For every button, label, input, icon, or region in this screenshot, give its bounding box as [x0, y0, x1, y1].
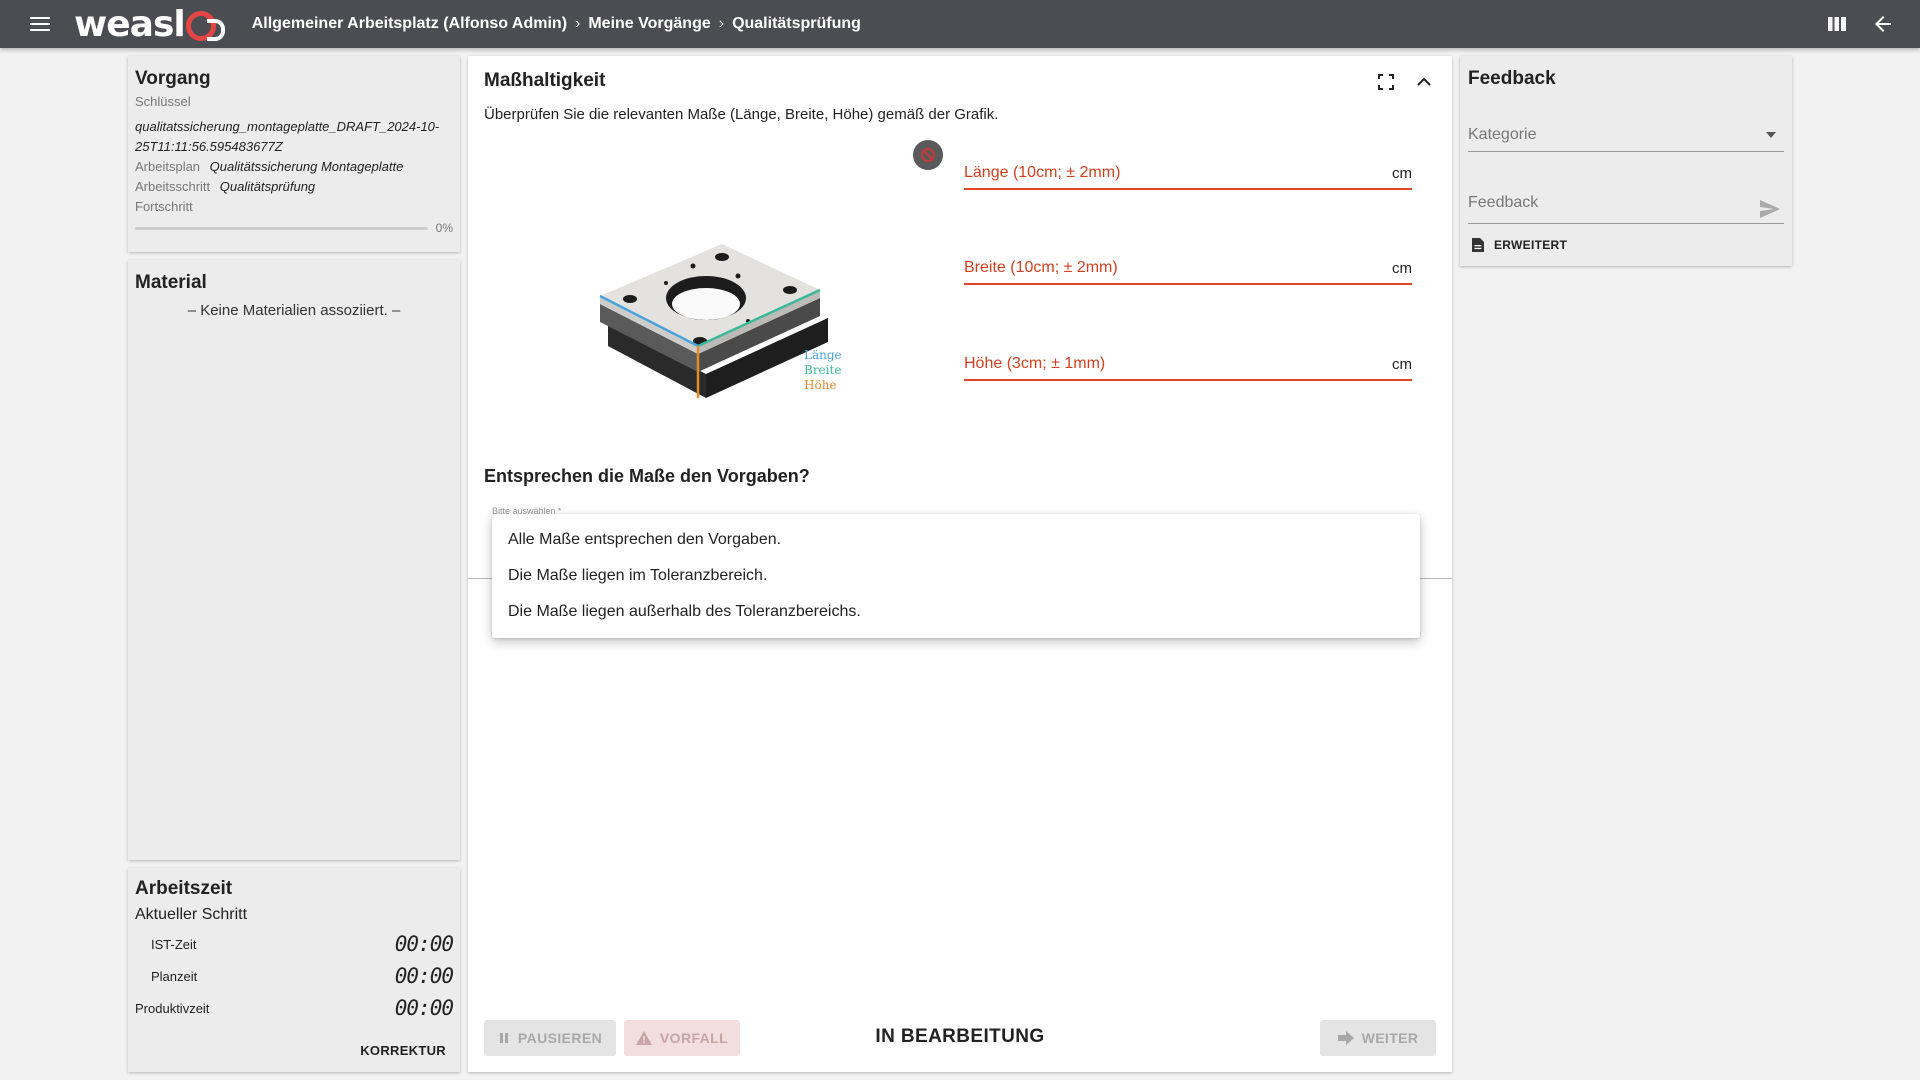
- height-input-label: Höhe (3cm; ± 1mm): [964, 355, 1106, 372]
- breadcrumb-item-workplace[interactable]: Allgemeiner Arbeitsplatz (Alfonso Admin): [252, 15, 567, 33]
- productive-time-value: 00:00: [394, 996, 454, 1020]
- option-all-match[interactable]: Alle Maße entsprechen den Vorgaben.: [492, 522, 1420, 558]
- work-plan-value: Qualitätssicherung Montageplatte: [209, 159, 404, 174]
- process-info-panel: Vorgang Schlüssel qualitatssicherung_mon…: [128, 56, 460, 252]
- length-input-label: Länge (10cm; ± 2mm): [964, 164, 1121, 181]
- process-title: Vorgang: [135, 68, 211, 89]
- incident-button[interactable]: VORFALL: [624, 1020, 740, 1056]
- width-input-label: Breite (10cm; ± 2mm): [964, 259, 1118, 276]
- category-select[interactable]: Kategorie: [1468, 118, 1784, 152]
- extended-label: ERWEITERT: [1494, 238, 1568, 252]
- length-unit: cm: [1392, 165, 1412, 182]
- next-button[interactable]: WEITER: [1320, 1020, 1436, 1056]
- height-unit: cm: [1392, 356, 1412, 373]
- work-step-value: Qualitätsprüfung: [219, 179, 316, 194]
- option-outside-tolerance[interactable]: Die Maße liegen außerhalb des Toleranzbe…: [492, 594, 1420, 630]
- mounting-plate-image: [599, 244, 828, 398]
- figure-legend: Länge Breite Höhe: [804, 348, 842, 393]
- actual-time-row: IST-Zeit 00:00: [135, 928, 454, 960]
- incident-label: VORFALL: [659, 1030, 729, 1046]
- material-title: Material: [135, 272, 207, 293]
- key-label: Schlüssel: [135, 94, 191, 109]
- chevron-up-icon[interactable]: [1412, 70, 1436, 94]
- instruction-text: Überprüfen Sie die relevanten Maße (Läng…: [484, 106, 999, 123]
- top-bar: weasl Allgemeiner Arbeitsplatz (Alfonso …: [0, 0, 1920, 48]
- width-input[interactable]: Breite (10cm; ± 2mm) cm: [964, 247, 1412, 285]
- option-within-tolerance[interactable]: Die Maße liegen im Toleranzbereich.: [492, 558, 1420, 594]
- logo-ring-icon: [185, 11, 225, 41]
- productive-time-row: Produktivzeit 00:00: [135, 992, 454, 1024]
- legend-length: Länge: [804, 348, 842, 362]
- current-step-label: Aktueller Schritt: [135, 906, 248, 923]
- work-time-panel: Arbeitszeit Aktueller Schritt IST-Zeit 0…: [128, 868, 460, 1072]
- warning-icon: [635, 1031, 652, 1045]
- breadcrumb-separator: ›: [575, 15, 581, 32]
- logo-text: weasl: [74, 3, 186, 45]
- breadcrumb-item-current[interactable]: Qualitätsprüfung: [732, 15, 861, 33]
- breadcrumb-separator: ›: [718, 15, 725, 32]
- work-step-label: Arbeitsschritt: [135, 179, 211, 194]
- fullscreen-icon[interactable]: [1374, 70, 1398, 94]
- question-title: Entsprechen die Maße den Vorgaben?: [484, 466, 810, 486]
- planned-time-row: Planzeit 00:00: [135, 960, 454, 992]
- document-icon: [1472, 238, 1484, 252]
- work-plan-label: Arbeitsplan: [135, 159, 201, 174]
- height-input[interactable]: Höhe (3cm; ± 1mm) cm: [964, 343, 1412, 381]
- material-empty-text: – Keine Materialien assoziiert. –: [187, 302, 401, 319]
- pause-label: PAUSIEREN: [517, 1030, 603, 1046]
- options-dropdown: Alle Maße entsprechen den Vorgaben. Die …: [492, 514, 1420, 638]
- planned-time-label: Planzeit: [151, 968, 198, 984]
- dropdown-arrow-icon: [1766, 131, 1776, 138]
- progress-bar: 0%: [135, 221, 453, 235]
- feedback-input[interactable]: Feedback: [1468, 182, 1784, 224]
- step-content-panel: Maßhaltigkeit Überprüfen Sie die relevan…: [468, 56, 1452, 1072]
- breadcrumb-item-my-processes[interactable]: Meine Vorgänge: [588, 15, 710, 33]
- work-step-row: Arbeitsschritt Qualitätsprüfung: [135, 177, 453, 197]
- legend-height: Höhe: [804, 378, 837, 392]
- app-logo[interactable]: weasl: [74, 0, 225, 48]
- progress-label: Fortschritt: [135, 199, 193, 214]
- image-status-icon[interactable]: [913, 140, 943, 170]
- feedback-panel: Feedback Kategorie Feedback ERWEITERT: [1460, 56, 1792, 266]
- back-arrow-icon[interactable]: [1868, 9, 1898, 39]
- progress-track: [135, 226, 428, 230]
- pause-icon: [499, 1033, 508, 1043]
- step-footer: PAUSIEREN VORFALL IN BEARBEITUNG WEITER: [484, 1020, 1436, 1056]
- extended-button[interactable]: ERWEITERT: [1468, 238, 1784, 252]
- pause-button[interactable]: PAUSIEREN: [484, 1020, 616, 1056]
- send-icon[interactable]: [1760, 199, 1780, 218]
- actual-time-value: 00:00: [394, 932, 454, 956]
- width-unit: cm: [1392, 260, 1412, 277]
- material-panel: Material – Keine Materialien assoziiert.…: [128, 260, 460, 860]
- key-value: qualitatssicherung_montageplatte_DRAFT_2…: [135, 119, 440, 154]
- breadcrumb: Allgemeiner Arbeitsplatz (Alfonso Admin)…: [252, 15, 861, 33]
- step-title: Maßhaltigkeit: [484, 70, 606, 91]
- feedback-title: Feedback: [1468, 68, 1556, 89]
- menu-icon[interactable]: [20, 4, 60, 44]
- length-input[interactable]: Länge (10cm; ± 2mm) cm: [964, 152, 1412, 190]
- actual-time-label: IST-Zeit: [151, 936, 197, 952]
- progress-percent: 0%: [435, 221, 453, 235]
- correction-button[interactable]: KORREKTUR: [360, 1043, 446, 1058]
- productive-time-label: Produktivzeit: [135, 1000, 210, 1016]
- work-time-title: Arbeitszeit: [135, 878, 233, 899]
- column-view-icon[interactable]: [1822, 9, 1852, 39]
- legend-width: Breite: [804, 363, 842, 377]
- work-plan-row: Arbeitsplan Qualitätssicherung Montagepl…: [135, 157, 453, 177]
- feedback-placeholder: Feedback: [1468, 193, 1539, 211]
- category-placeholder: Kategorie: [1468, 125, 1537, 143]
- arrow-right-icon: [1337, 1031, 1354, 1045]
- next-label: WEITER: [1361, 1030, 1419, 1046]
- planned-time-value: 00:00: [394, 964, 454, 988]
